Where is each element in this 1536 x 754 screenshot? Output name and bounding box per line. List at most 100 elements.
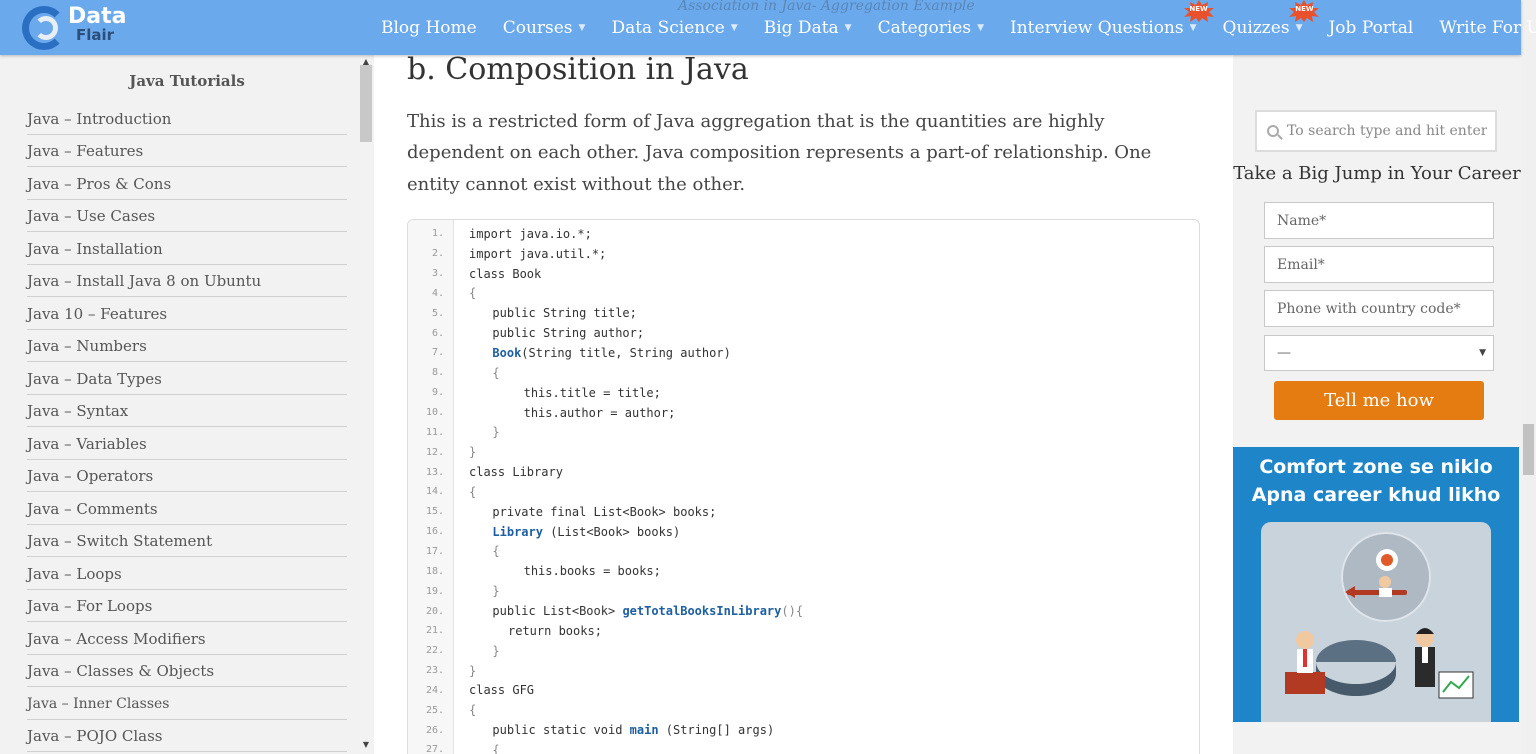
chevron-down-icon: ▼ — [1479, 348, 1486, 358]
nav-item-label: Categories — [877, 17, 972, 38]
code-text: this.books = books; — [524, 564, 661, 578]
nav-item-blog-home[interactable]: Blog Home — [368, 18, 490, 38]
line-number: 15. — [425, 506, 444, 518]
code-line: 3. class Book — [408, 264, 1199, 284]
sidebar-scrollbar[interactable]: ▲ ▼ — [358, 55, 372, 754]
new-badge-text: NEW — [1295, 4, 1314, 13]
dataflair-logo[interactable]: Data Flair — [20, 2, 130, 52]
nav-item-label: Blog Home — [381, 17, 477, 38]
name-field[interactable] — [1264, 202, 1494, 239]
code-line: 15. private final List<Book> books; — [408, 502, 1199, 522]
code-identifier: Library — [492, 524, 543, 539]
nav-item-label: Big Data — [763, 17, 839, 38]
nav-item-data-science[interactable]: Data Science ▼ — [598, 18, 750, 38]
code-token: } — [492, 425, 500, 440]
code-text: this.author = author; — [524, 406, 676, 420]
sidebar-item[interactable]: Java – Numbers — [27, 330, 347, 362]
new-badge-text: NEW — [1189, 4, 1208, 13]
sidebar-item[interactable]: Java 10 – Features — [27, 297, 347, 330]
promo-banner[interactable]: Comfort zone se niklo Apna career khud l… — [1233, 447, 1519, 722]
nav-item-big-data[interactable]: Big Data ▼ — [751, 18, 865, 38]
nav-item-job-portal[interactable]: Job Portal — [1315, 18, 1426, 38]
line-number: 1. — [431, 228, 444, 240]
line-number: 14. — [425, 486, 444, 498]
scroll-down-icon[interactable]: ▼ — [360, 740, 372, 749]
section-paragraph: This is a restricted form of Java aggreg… — [407, 111, 1152, 195]
nav-item-courses[interactable]: Courses ▼ — [490, 18, 599, 38]
sidebar-item[interactable]: Java – POJO Class — [27, 720, 347, 752]
chevron-down-icon: ▼ — [1189, 22, 1197, 33]
code-text: } — [469, 664, 476, 678]
sidebar-item[interactable]: Java – Access Modifiers — [27, 622, 347, 655]
nav-item-label: Write For Us — [1439, 17, 1536, 38]
nav-item-label: Interview Questions — [1010, 17, 1184, 38]
phone-field[interactable] — [1264, 290, 1494, 327]
sidebar-item[interactable]: Java – Operators — [27, 460, 347, 492]
code-text: Book(String title, String author) — [492, 346, 730, 360]
line-number: 16. — [425, 526, 444, 538]
page-scrollbar[interactable] — [1521, 0, 1536, 754]
nav-item-label: Data Science — [611, 17, 725, 38]
nav-item-interview-questions[interactable]: Interview Questions ▼ NEW — [997, 0, 1214, 38]
tell-me-how-button[interactable]: Tell me how — [1274, 381, 1484, 420]
line-number: 9. — [431, 387, 444, 399]
sidebar-item[interactable]: Java – Comments — [27, 492, 347, 525]
sidebar-item[interactable]: Java – Pros & Cons — [27, 167, 347, 200]
right-sidebar: Take a Big Jump in Your Career — ▼ Tell … — [1233, 55, 1521, 754]
code-token: public List<Book> — [492, 604, 623, 619]
code-text: { — [492, 366, 499, 380]
sidebar-item[interactable]: Java – Use Cases — [27, 200, 347, 232]
article-content: b. Composition in Java This is a restric… — [374, 0, 1233, 754]
sidebar-item[interactable]: Java – Inner Classes — [27, 687, 347, 720]
sidebar-item[interactable]: Java – Install Java 8 on Ubuntu — [27, 265, 347, 297]
code-token: { — [469, 484, 477, 499]
line-number: 21. — [425, 625, 444, 637]
ghost-caption: Association in Java- Aggregation Example — [678, 0, 975, 14]
code-token: class Library — [469, 465, 563, 480]
code-text: public List<Book> getTotalBooksInLibrary… — [492, 604, 803, 618]
sidebar-item[interactable]: Java – Loops — [27, 557, 347, 590]
code-token: class GFG — [469, 683, 535, 698]
nav-item-label: Courses — [502, 17, 573, 38]
line-number: 22. — [425, 645, 444, 657]
nav-item-categories[interactable]: Categories ▼ — [865, 18, 997, 38]
sidebar-item[interactable]: Java – Syntax — [27, 395, 347, 427]
email-field[interactable] — [1264, 246, 1494, 283]
code-token: } — [469, 445, 477, 460]
code-token: { — [469, 286, 477, 301]
chevron-down-icon: ▼ — [730, 22, 738, 33]
code-text: { — [492, 743, 499, 754]
code-line: 17. { — [408, 542, 1199, 562]
search-box[interactable] — [1255, 110, 1497, 152]
sidebar-item[interactable]: Java – Features — [27, 135, 347, 167]
code-token: { — [492, 742, 500, 754]
career-select[interactable]: — ▼ — [1264, 335, 1494, 371]
code-line: 12.} — [408, 442, 1199, 462]
code-text: Library (List<Book> books) — [492, 525, 680, 539]
code-token: private final List<Book> books; — [492, 504, 717, 519]
sidebar-item[interactable]: Java – Data Types — [27, 362, 347, 395]
sidebar-item[interactable]: Java – Variables — [27, 427, 347, 460]
search-input[interactable] — [1287, 123, 1487, 139]
code-text: { — [492, 544, 499, 558]
sidebar-item[interactable]: Java – Introduction — [27, 102, 347, 135]
page-scroll-thumb[interactable] — [1523, 424, 1534, 475]
nav-item-quizzes[interactable]: Quizzes ▼ NEW — [1210, 0, 1320, 38]
code-token: class Book — [469, 266, 542, 281]
code-line: 2. import java.util.*; — [408, 244, 1199, 264]
code-line: 22.} — [408, 641, 1199, 661]
sidebar-item[interactable]: Java – For Loops — [27, 590, 347, 622]
sidebar-item[interactable]: Java – Classes & Objects — [27, 655, 347, 687]
nav-item-write-for-us[interactable]: Write For Us — [1426, 18, 1536, 38]
line-number: 3. — [431, 268, 444, 280]
nav-item-label: Job Portal — [1328, 17, 1414, 38]
code-token: return books; — [508, 623, 602, 638]
code-text: return books; — [508, 624, 602, 638]
line-number: 23. — [425, 665, 444, 677]
sidebar-scroll-thumb[interactable] — [360, 65, 372, 142]
code-block[interactable]: 1. import java.io.*; 2. import java.util.*;… — [407, 219, 1200, 754]
code-token: { — [469, 703, 477, 718]
sidebar-item[interactable]: Java – Installation — [27, 232, 347, 265]
code-identifier: getTotalBooksInLibrary — [622, 604, 782, 619]
sidebar-item[interactable]: Java – Switch Statement — [27, 525, 347, 557]
